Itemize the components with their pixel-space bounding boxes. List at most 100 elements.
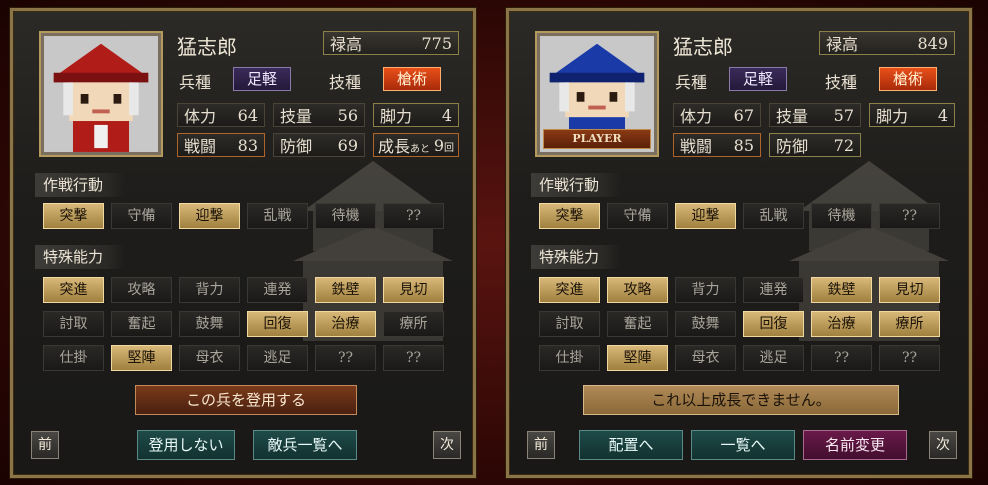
special-title: 特殊能力	[35, 245, 125, 269]
special-option[interactable]: 討取	[539, 311, 600, 337]
enemy-list-button[interactable]: 敵兵一覧へ	[253, 430, 357, 460]
special-option[interactable]: 母衣	[179, 345, 240, 371]
special-option[interactable]: 回復	[247, 311, 308, 337]
special-option[interactable]: 奮起	[607, 311, 668, 337]
special-option[interactable]: 突進	[539, 277, 600, 303]
special-option[interactable]: 回復	[743, 311, 804, 337]
leg-value: 4	[441, 105, 452, 125]
special-option[interactable]: 攻略	[607, 277, 668, 303]
next-button[interactable]: 次	[433, 431, 461, 459]
soldier-sprite-icon	[44, 36, 158, 152]
tactics-option[interactable]: 守備	[111, 203, 172, 229]
special-option[interactable]: 治療	[811, 311, 872, 337]
special-option[interactable]: 見切	[879, 277, 940, 303]
atk-stat: 戦闘 83	[177, 133, 265, 157]
def-value: 69	[337, 135, 358, 155]
special-option[interactable]: 鼓舞	[179, 311, 240, 337]
leg-stat: 脚力 4	[869, 103, 955, 127]
decline-button[interactable]: 登用しない	[137, 430, 235, 460]
atk-value: 85	[733, 135, 754, 155]
prev-button[interactable]: 前	[31, 431, 59, 459]
tactics-option[interactable]: 迎撃	[675, 203, 736, 229]
growth-unit: 回	[444, 142, 454, 154]
def-label: 防御	[280, 137, 313, 156]
tactics-option[interactable]: 守備	[607, 203, 668, 229]
unit-panel-right: PLAYER 猛志郎 禄高 849 兵種 足軽 技種 槍術 体力 67 技量 57 …	[506, 8, 972, 478]
tactics-option[interactable]: 突撃	[539, 203, 600, 229]
type-label: 兵種	[179, 73, 212, 92]
special-option[interactable]: ??	[879, 345, 940, 371]
salary-value: 849	[917, 33, 948, 53]
special-option[interactable]: ??	[383, 345, 444, 371]
special-option[interactable]: 鉄壁	[315, 277, 376, 303]
special-option[interactable]: 母衣	[675, 345, 736, 371]
tactics-option[interactable]: 待機	[315, 203, 376, 229]
rename-button[interactable]: 名前変更	[803, 430, 907, 460]
tactics-option[interactable]: 待機	[811, 203, 872, 229]
growth-value: 9	[433, 135, 444, 155]
special-option[interactable]: ??	[811, 345, 872, 371]
special-option[interactable]: 堅陣	[607, 345, 668, 371]
atk-label: 戦闘	[184, 137, 217, 156]
tech-value: 57	[833, 105, 854, 125]
def-label: 防御	[776, 137, 809, 156]
hp-stat: 体力 67	[673, 103, 761, 127]
tactics-option[interactable]: ??	[383, 203, 444, 229]
skill-label: 技種	[329, 73, 362, 92]
tactics-option[interactable]: 乱戦	[743, 203, 804, 229]
tech-label: 技量	[776, 107, 809, 126]
special-option[interactable]: 治療	[315, 311, 376, 337]
leg-label: 脚力	[876, 107, 909, 126]
special-option[interactable]: 連発	[743, 277, 804, 303]
special-option[interactable]: 奮起	[111, 311, 172, 337]
leg-label: 脚力	[380, 107, 413, 126]
special-option[interactable]: 仕掛	[539, 345, 600, 371]
list-button[interactable]: 一覧へ	[691, 430, 795, 460]
tactics-option[interactable]: ??	[879, 203, 940, 229]
special-option[interactable]: 突進	[43, 277, 104, 303]
tech-stat: 技量 57	[769, 103, 861, 127]
tech-value: 56	[337, 105, 358, 125]
max-growth-message: これ以上成長できません。	[583, 385, 899, 415]
tactics-option[interactable]: 迎撃	[179, 203, 240, 229]
type-badge: 足軽	[729, 67, 787, 91]
unit-name: 猛志郎	[177, 35, 237, 59]
special-option[interactable]: 鼓舞	[675, 311, 736, 337]
castle-illustration	[293, 161, 453, 341]
special-option[interactable]: 見切	[383, 277, 444, 303]
salary-label: 禄高	[330, 35, 363, 54]
special-option[interactable]: 逃足	[247, 345, 308, 371]
special-option[interactable]: 背力	[675, 277, 736, 303]
unit-name: 猛志郎	[673, 35, 733, 59]
salary-field: 禄高 849	[819, 31, 955, 55]
special-option[interactable]: 療所	[383, 311, 444, 337]
skill-badge: 槍術	[879, 67, 937, 91]
tactics-option[interactable]: 乱戦	[247, 203, 308, 229]
special-option[interactable]: 仕掛	[43, 345, 104, 371]
deploy-button[interactable]: 配置へ	[579, 430, 683, 460]
hp-label: 体力	[184, 107, 217, 126]
atk-stat: 戦闘 85	[673, 133, 761, 157]
type-label: 兵種	[675, 73, 708, 92]
special-option[interactable]: 堅陣	[111, 345, 172, 371]
tactics-option[interactable]: 突撃	[43, 203, 104, 229]
unit-portrait: PLAYER	[535, 31, 659, 157]
growth-label: 成長	[378, 137, 411, 156]
special-option[interactable]: 療所	[879, 311, 940, 337]
hp-value: 64	[237, 105, 258, 125]
unit-portrait	[39, 31, 163, 157]
special-option[interactable]: 連発	[247, 277, 308, 303]
recruit-button[interactable]: この兵を登用する	[135, 385, 357, 415]
castle-illustration	[789, 161, 949, 341]
special-title: 特殊能力	[531, 245, 621, 269]
special-option[interactable]: 鉄壁	[811, 277, 872, 303]
tactics-title: 作戦行動	[35, 173, 125, 197]
next-button[interactable]: 次	[929, 431, 957, 459]
special-option[interactable]: 背力	[179, 277, 240, 303]
special-option[interactable]: ??	[315, 345, 376, 371]
prev-button[interactable]: 前	[527, 431, 555, 459]
special-option[interactable]: 攻略	[111, 277, 172, 303]
special-option[interactable]: 逃足	[743, 345, 804, 371]
tech-label: 技量	[280, 107, 313, 126]
special-option[interactable]: 討取	[43, 311, 104, 337]
